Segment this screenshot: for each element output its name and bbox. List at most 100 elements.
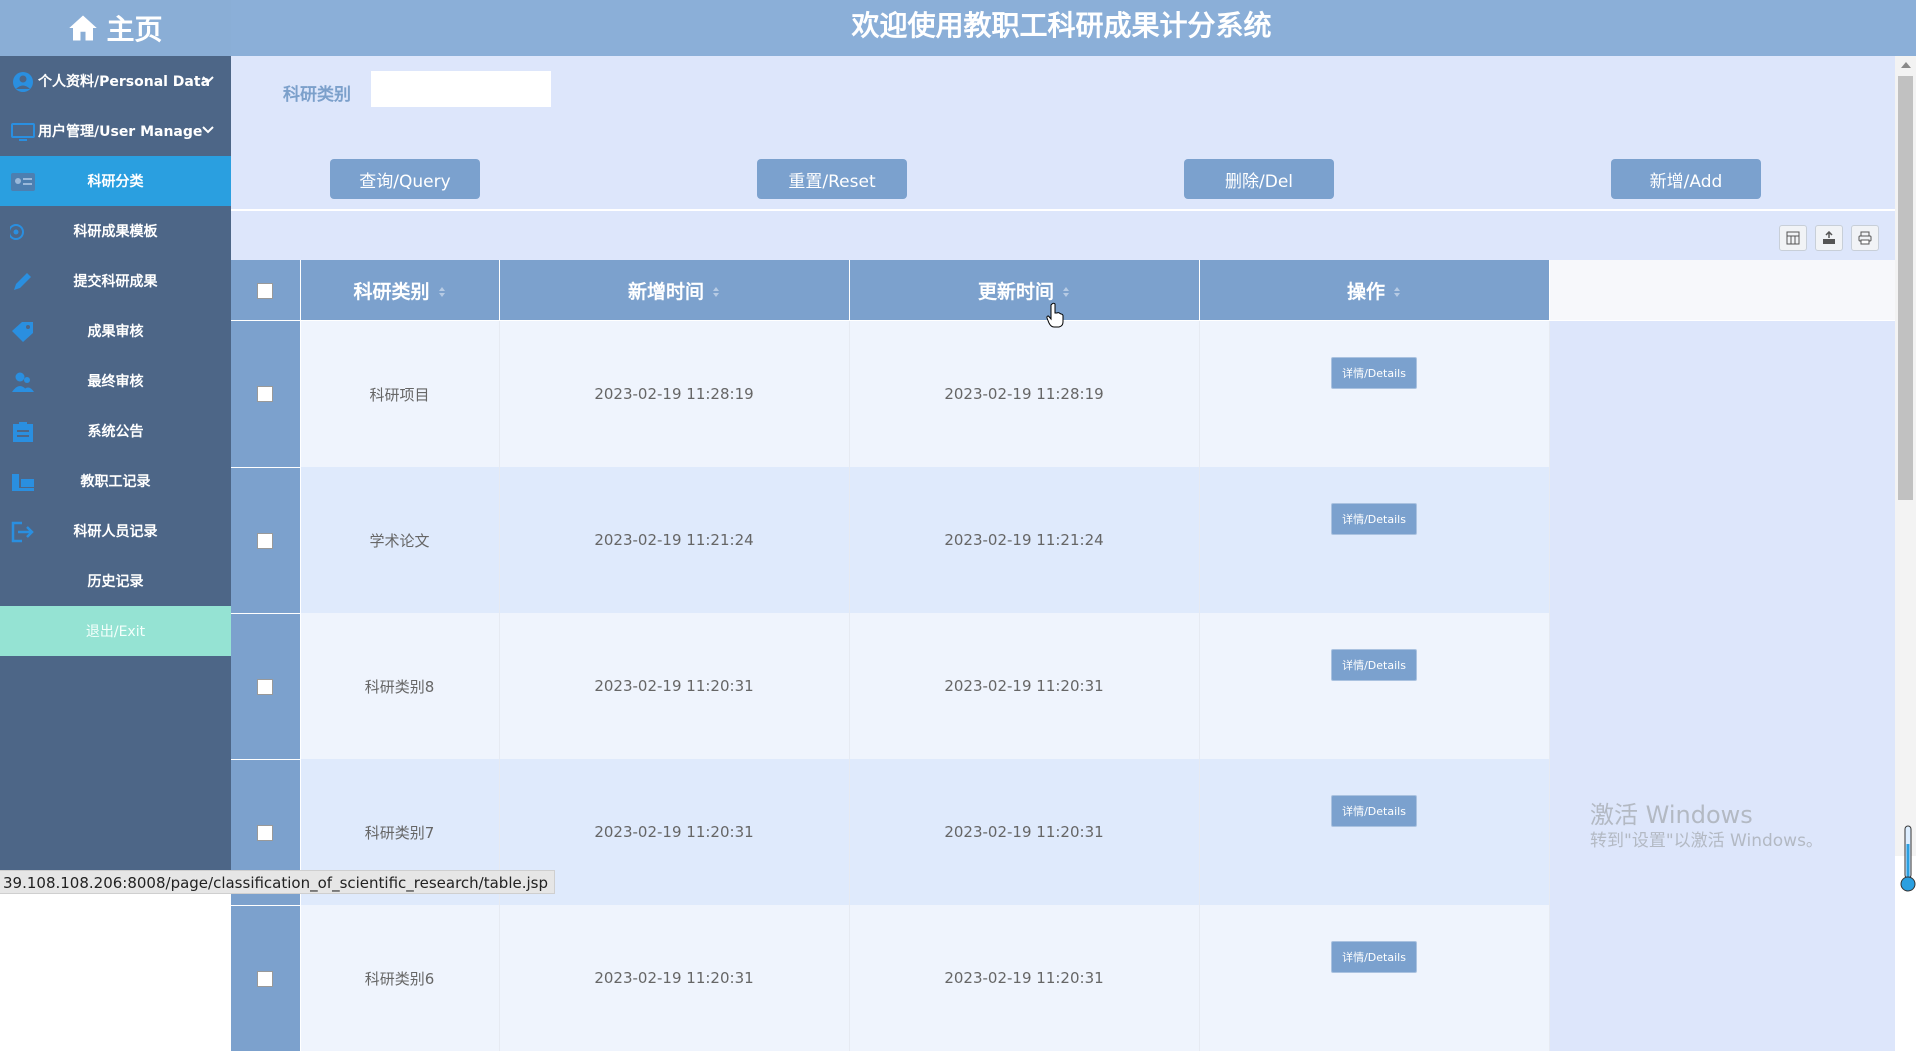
column-header-updated[interactable]: 更新时间 xyxy=(849,260,1200,321)
sidebar-item-staff-records[interactable]: 教职工记录 xyxy=(0,456,231,506)
monitor-icon xyxy=(11,123,35,141)
details-button[interactable]: 详情/Details xyxy=(1331,357,1417,389)
delete-button[interactable]: 删除/Del xyxy=(1184,159,1334,199)
user-circle-icon xyxy=(13,72,33,92)
created-time-cell: 2023-02-19 11:20:31 xyxy=(499,613,850,759)
sidebar-item-label: 科研成果模板 xyxy=(73,224,158,240)
details-button[interactable]: 详情/Details xyxy=(1331,649,1417,681)
sidebar-item-history[interactable]: 历史记录 xyxy=(0,556,231,606)
user-group-icon xyxy=(12,372,34,392)
sidebar: 个人资料/Personal Data 用户管理/User Manage 科研分类… xyxy=(0,56,231,894)
scrollbar-thumb[interactable] xyxy=(1898,76,1913,500)
created-time-cell: 2023-02-19 11:21:24 xyxy=(499,467,850,613)
thermometer-icon xyxy=(1900,825,1916,892)
sort-icon xyxy=(1063,287,1069,297)
chevron-down-icon xyxy=(202,76,214,84)
windows-activation-watermark: 激活 Windows xyxy=(1590,801,1753,829)
search-label: 科研类别 xyxy=(283,85,351,105)
home-icon xyxy=(69,15,98,41)
columns-icon xyxy=(1786,231,1800,245)
scroll-up-arrow-icon[interactable] xyxy=(1901,62,1911,68)
sidebar-item-submit-research[interactable]: 提交科研成果 xyxy=(0,256,231,306)
updated-time-cell: 2023-02-19 11:20:31 xyxy=(849,759,1200,905)
table-row: 学术论文 2023-02-19 11:21:24 2023-02-19 11:2… xyxy=(231,467,1895,614)
category-cell: 科研项目 xyxy=(300,320,500,467)
column-header-category[interactable]: 科研类别 xyxy=(300,260,500,321)
actions-cell: 详情/Details xyxy=(1199,320,1550,467)
details-button[interactable]: 详情/Details xyxy=(1331,941,1417,973)
chevron-down-icon xyxy=(202,126,214,134)
sort-icon xyxy=(1394,287,1400,297)
header-label: 更新时间 xyxy=(977,280,1054,303)
sidebar-item-final-review[interactable]: 最终审核 xyxy=(0,356,231,406)
home-label: 主页 xyxy=(106,13,163,46)
sort-icon xyxy=(713,287,719,297)
clipboard-icon xyxy=(13,422,33,442)
status-bar-url: 39.108.108.206:8008/page/classification_… xyxy=(0,870,555,894)
sidebar-item-user-manage[interactable]: 用户管理/User Manage xyxy=(0,106,231,156)
sidebar-item-label: 提交科研成果 xyxy=(73,274,158,290)
table-row: 科研类别6 2023-02-19 11:20:31 2023-02-19 11:… xyxy=(231,905,1895,1052)
print-icon xyxy=(1858,231,1872,245)
row-checkbox[interactable] xyxy=(257,532,274,549)
sidebar-item-result-review[interactable]: 成果审核 xyxy=(0,306,231,356)
table-row: 科研项目 2023-02-19 11:28:19 2023-02-19 11:2… xyxy=(231,320,1895,468)
sidebar-item-label: 最终审核 xyxy=(87,374,144,390)
research-category-table: 科研类别 新增时间 更新时间 操作 科研项目 2023-02-19 11:28:… xyxy=(231,260,1895,1052)
hand-cursor-icon xyxy=(1046,302,1064,328)
settings-icon xyxy=(10,224,24,240)
sort-icon xyxy=(438,287,445,297)
updated-time-cell: 2023-02-19 11:21:24 xyxy=(849,467,1200,613)
sidebar-item-label: 个人资料/Personal Data xyxy=(38,74,211,90)
category-search-input[interactable] xyxy=(371,71,551,107)
query-button[interactable]: 查询/Query xyxy=(330,159,480,199)
row-checkbox[interactable] xyxy=(257,678,274,695)
row-checkbox[interactable] xyxy=(257,824,274,841)
sidebar-item-researcher-records[interactable]: 科研人员记录 xyxy=(0,506,231,556)
pen-icon xyxy=(14,273,31,290)
sidebar-item-research-template[interactable]: 科研成果模板 xyxy=(0,206,231,256)
select-all-checkbox[interactable] xyxy=(257,282,274,299)
details-button[interactable]: 详情/Details xyxy=(1331,503,1417,535)
actions-cell: 详情/Details xyxy=(1199,759,1550,905)
details-button[interactable]: 详情/Details xyxy=(1331,795,1417,827)
export-button[interactable] xyxy=(1815,225,1843,251)
row-checkbox[interactable] xyxy=(257,386,274,403)
category-cell: 科研类别8 xyxy=(300,613,500,759)
created-time-cell: 2023-02-19 11:20:31 xyxy=(499,905,850,1051)
row-checkbox[interactable] xyxy=(257,970,274,987)
category-cell: 科研类别6 xyxy=(300,905,500,1051)
app-title: 欢迎使用教职工科研成果计分系统 xyxy=(851,9,1272,42)
sidebar-item-label: 系统公告 xyxy=(87,424,144,440)
updated-time-cell: 2023-02-19 11:28:19 xyxy=(849,320,1200,467)
row-select-cell xyxy=(231,613,301,760)
sidebar-item-research-category[interactable]: 科研分类 xyxy=(0,156,231,206)
sidebar-item-label: 退出/Exit xyxy=(85,624,146,640)
logout-icon xyxy=(11,521,34,543)
add-button[interactable]: 新增/Add xyxy=(1611,159,1761,199)
sidebar-item-announcement[interactable]: 系统公告 xyxy=(0,406,231,456)
sidebar-item-label: 科研分类 xyxy=(87,174,144,190)
row-select-cell xyxy=(231,905,301,1052)
updated-time-cell: 2023-02-19 11:20:31 xyxy=(849,905,1200,1051)
column-header-created[interactable]: 新增时间 xyxy=(499,260,850,321)
header-label: 新增时间 xyxy=(627,280,704,303)
column-header-actions[interactable]: 操作 xyxy=(1199,260,1550,321)
created-time-cell: 2023-02-19 11:28:19 xyxy=(499,320,850,467)
actions-cell: 详情/Details xyxy=(1199,905,1550,1051)
home-link[interactable]: 主页 xyxy=(0,0,231,56)
updated-time-cell: 2023-02-19 11:20:31 xyxy=(849,613,1200,759)
sidebar-item-exit[interactable]: 退出/Exit xyxy=(0,606,231,656)
print-button[interactable] xyxy=(1851,225,1879,251)
actions-cell: 详情/Details xyxy=(1199,613,1550,759)
row-select-cell xyxy=(231,467,301,614)
bed-icon xyxy=(12,474,34,491)
columns-button[interactable] xyxy=(1779,225,1807,251)
row-select-cell xyxy=(231,320,301,468)
reset-button[interactable]: 重置/Reset xyxy=(757,159,907,199)
sidebar-item-label: 用户管理/User Manage xyxy=(38,124,203,140)
header-filler xyxy=(1549,260,1895,321)
actions-cell: 详情/Details xyxy=(1199,467,1550,613)
sidebar-item-label: 成果审核 xyxy=(87,324,144,340)
sidebar-item-personal-data[interactable]: 个人资料/Personal Data xyxy=(0,56,231,106)
